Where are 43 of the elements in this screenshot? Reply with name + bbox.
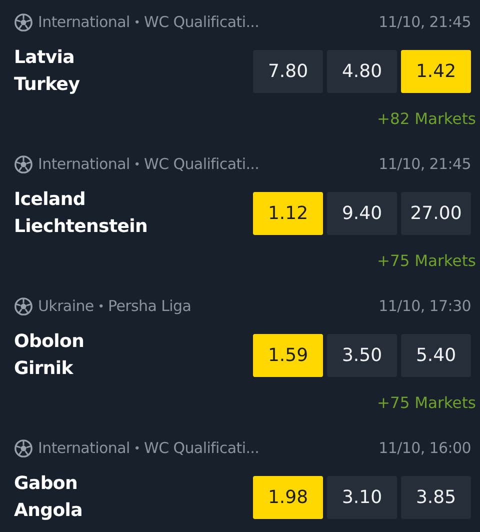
competition-name: Persha Liga (108, 297, 192, 315)
league-name: International (38, 13, 130, 31)
competition-name: WC Qualificati... (144, 155, 260, 173)
odds-button[interactable]: 7.80 (253, 50, 323, 92)
more-markets-link[interactable]: +75 Markets (377, 252, 476, 270)
odds-button[interactable]: 3.85 (401, 476, 471, 518)
separator: • (134, 442, 140, 454)
competition-name: WC Qualificati... (144, 13, 260, 31)
odds-button[interactable]: 9.40 (327, 192, 397, 234)
odds-button[interactable]: 3.10 (327, 476, 397, 518)
team-name: Turkey (14, 73, 80, 96)
odds-button[interactable]: 4.80 (327, 50, 397, 92)
separator: • (134, 16, 140, 28)
soccer-ball-icon (14, 438, 33, 458)
match-time: 11/10, 17:30 (378, 297, 471, 315)
team-name: Gabon (14, 472, 78, 495)
league-name: International (38, 155, 130, 173)
match-time: 11/10, 16:00 (378, 439, 471, 457)
odds-button[interactable]: 1.98 (253, 476, 323, 518)
league-name: Ukraine (38, 297, 94, 315)
match-time: 11/10, 21:45 (378, 13, 471, 31)
team-name: Angola (14, 499, 83, 522)
odds-button[interactable]: 27.00 (401, 192, 471, 234)
separator: • (134, 158, 140, 170)
team-name: Obolon (14, 330, 84, 353)
more-markets-link[interactable]: +82 Markets (377, 110, 476, 128)
team-name: Girnik (14, 357, 74, 380)
separator: • (98, 300, 104, 312)
team-name: Latvia (14, 46, 76, 69)
odds-button[interactable]: 3.50 (327, 334, 397, 376)
soccer-ball-icon (14, 296, 33, 316)
team-name: Iceland (14, 188, 86, 211)
match-time: 11/10, 21:45 (378, 155, 471, 173)
more-markets-link[interactable]: +75 Markets (377, 394, 476, 412)
competition-name: WC Qualificati... (144, 439, 260, 457)
odds-button[interactable]: 1.59 (253, 334, 323, 376)
odds-button[interactable]: 5.40 (401, 334, 471, 376)
soccer-ball-icon (14, 12, 33, 32)
odds-button[interactable]: 1.42 (401, 50, 471, 92)
league-name: International (38, 439, 130, 457)
soccer-ball-icon (14, 154, 33, 174)
team-name: Liechtenstein (14, 215, 148, 238)
odds-button[interactable]: 1.12 (253, 192, 323, 234)
